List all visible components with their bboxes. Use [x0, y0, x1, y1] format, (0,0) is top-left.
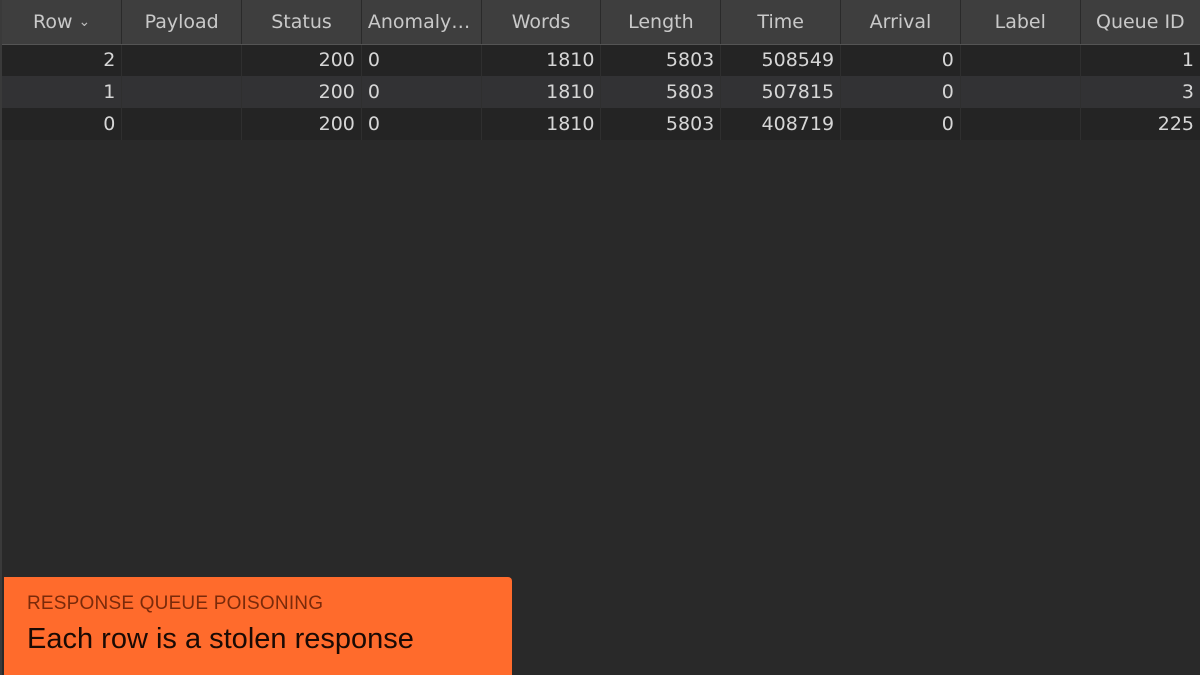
chevron-down-icon: ⌄ [78, 13, 91, 30]
cell-length: 5803 [600, 76, 722, 108]
cell-queue-id: 1 [1181, 49, 1194, 72]
column-header-time[interactable]: Time [720, 0, 842, 45]
cell-time: 507815 [720, 76, 842, 108]
cell-payload [121, 76, 243, 108]
column-header-payload[interactable]: Payload [121, 0, 243, 45]
cell-arrival: 0 [840, 76, 961, 108]
cell-payload [121, 44, 243, 76]
column-header-row[interactable]: Row ⌄ [2, 0, 123, 45]
results-table: Row ⌄ Payload Status Anomaly ... Words Le… [2, 0, 1200, 140]
cell-status: 200 [241, 76, 362, 108]
table-header-row: Row ⌄ Payload Status Anomaly ... Words Le… [2, 0, 1200, 45]
cell-queue-id: 3 [1181, 81, 1194, 103]
cell-arrival: 0 [840, 108, 961, 140]
cell-label [960, 108, 1081, 140]
cell-status: 200 [241, 44, 362, 76]
table-row[interactable]: 1 200 0 1810 5803 507815 0 3 [2, 76, 1200, 108]
cell-time: 408719 [720, 108, 842, 140]
cell-label [960, 44, 1081, 76]
cell-queue-id: 225 [1157, 113, 1194, 135]
caption-banner: RESPONSE QUEUE POISONING Each row is a s… [4, 577, 512, 675]
cell-anomaly: 0 [361, 44, 482, 76]
cell-label [960, 76, 1081, 108]
cell-length: 5803 [600, 108, 722, 140]
cell-row: 0 [2, 108, 123, 140]
cell-time: 508549 [720, 44, 842, 76]
column-header-queue-id[interactable]: Queue ID [1080, 0, 1200, 45]
table-row[interactable]: 0 200 0 1810 5803 408719 0 225 [2, 108, 1200, 140]
cell-anomaly: 0 [361, 108, 482, 140]
cell-anomaly: 0 [361, 76, 482, 108]
column-header-arrival[interactable]: Arrival [840, 0, 961, 45]
column-header-label[interactable]: Label [960, 0, 1081, 45]
column-header-anomaly[interactable]: Anomaly ... [361, 0, 482, 45]
cell-length: 5803 [600, 44, 722, 76]
column-header-status[interactable]: Status [241, 0, 362, 45]
banner-title: Each row is a stolen response [27, 623, 414, 655]
column-header-length[interactable]: Length [600, 0, 722, 45]
results-window: Row ⌄ Payload Status Anomaly ... Words Le… [0, 0, 1200, 675]
cell-payload [121, 108, 243, 140]
banner-kicker: RESPONSE QUEUE POISONING [27, 593, 324, 614]
table-row[interactable]: 2 200 0 1810 5803 508549 0 1 [2, 44, 1200, 76]
cell-words: 1810 [481, 76, 602, 108]
column-header-label: Row [33, 10, 73, 33]
column-header-words[interactable]: Words [481, 0, 602, 45]
cell-arrival: 0 [840, 44, 961, 76]
cell-row: 2 [2, 44, 123, 76]
cell-words: 1810 [481, 44, 602, 76]
cell-row: 1 [2, 76, 123, 108]
cell-words: 1810 [481, 108, 602, 140]
cell-status: 200 [241, 108, 362, 140]
